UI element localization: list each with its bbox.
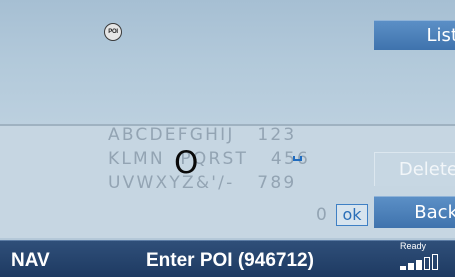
digit-zero[interactable]: 0 — [316, 204, 327, 226]
mode-label[interactable]: NAV — [11, 250, 50, 272]
speller-char[interactable]: 1 — [257, 125, 270, 145]
speller-row-2[interactable]: KLMNOPQRST 456 — [108, 148, 310, 170]
speller-gap — [242, 125, 250, 145]
status-bar: NAV Enter POI (946712) Ready — [0, 240, 455, 277]
speller-char[interactable]: L — [121, 149, 133, 169]
back-button-label: Back — [414, 202, 455, 223]
selected-character[interactable]: O — [174, 146, 198, 180]
signal-bar — [408, 263, 414, 270]
speller-char[interactable]: M — [133, 149, 150, 169]
speller-char[interactable]: N — [150, 149, 165, 169]
page-title: Enter POI (946712) — [146, 250, 314, 271]
speller-char[interactable]: E — [165, 125, 178, 145]
back-button[interactable]: Back — [374, 196, 455, 228]
speller-char[interactable]: W — [137, 173, 156, 193]
speller-char[interactable]: G — [190, 125, 205, 145]
speller-row-3[interactable]: UVWXYZ&'/- 789 — [108, 172, 296, 194]
speller-char[interactable]: V — [123, 173, 137, 193]
signal-bar — [400, 266, 406, 270]
signal-strength-icon — [400, 254, 448, 273]
space-key[interactable] — [293, 156, 302, 161]
speller-char[interactable]: 4 — [271, 149, 284, 169]
speller-char[interactable]: J — [227, 125, 234, 145]
speller-char[interactable]: F — [178, 125, 190, 145]
speller-char[interactable]: 7 — [257, 173, 270, 193]
speller-char[interactable]: B — [122, 125, 136, 145]
speller-gap — [235, 125, 243, 145]
speller-char[interactable]: 3 — [283, 125, 296, 145]
speller-row-1[interactable]: ABCDEFGHIJ 123 — [108, 124, 296, 146]
list-button[interactable]: List — [374, 20, 455, 50]
signal-bar — [424, 257, 430, 270]
poi-icon-text: POI — [108, 29, 118, 35]
navigation-screen: POI ABCDEFGHIJ 123 KLMNOPQRST 456 UVWXYZ… — [0, 0, 455, 277]
speller-gap — [263, 149, 271, 169]
list-button-label: List — [426, 25, 455, 46]
gps-status: Ready — [400, 241, 427, 251]
speller-char[interactable]: A — [108, 125, 122, 145]
speller-gap — [234, 173, 242, 193]
signal-bar — [432, 254, 438, 270]
speller-char[interactable]: H — [205, 125, 220, 145]
ok-button[interactable]: ok — [336, 204, 368, 226]
speller-gap — [242, 173, 250, 193]
speller-char[interactable]: K — [108, 149, 121, 169]
speller-gap — [248, 149, 256, 169]
speller-char[interactable]: S — [222, 149, 235, 169]
speller-char[interactable]: T — [235, 149, 248, 169]
speller-char[interactable]: C — [135, 125, 149, 145]
poi-icon: POI — [104, 23, 122, 41]
speller-char[interactable]: R — [208, 149, 222, 169]
speller-char[interactable]: 8 — [270, 173, 283, 193]
speller-char[interactable]: D — [150, 125, 165, 145]
speller-char[interactable]: / — [218, 173, 226, 193]
speller-char[interactable]: 9 — [283, 173, 296, 193]
speller-char[interactable]: U — [108, 173, 123, 193]
delete-button[interactable]: Delete — [374, 152, 455, 186]
speller-char[interactable]: 2 — [270, 125, 283, 145]
speller-char[interactable]: X — [156, 173, 170, 193]
delete-button-label: Delete — [398, 159, 455, 180]
poi-entry-area: POI — [0, 0, 455, 125]
signal-bar — [416, 260, 422, 270]
